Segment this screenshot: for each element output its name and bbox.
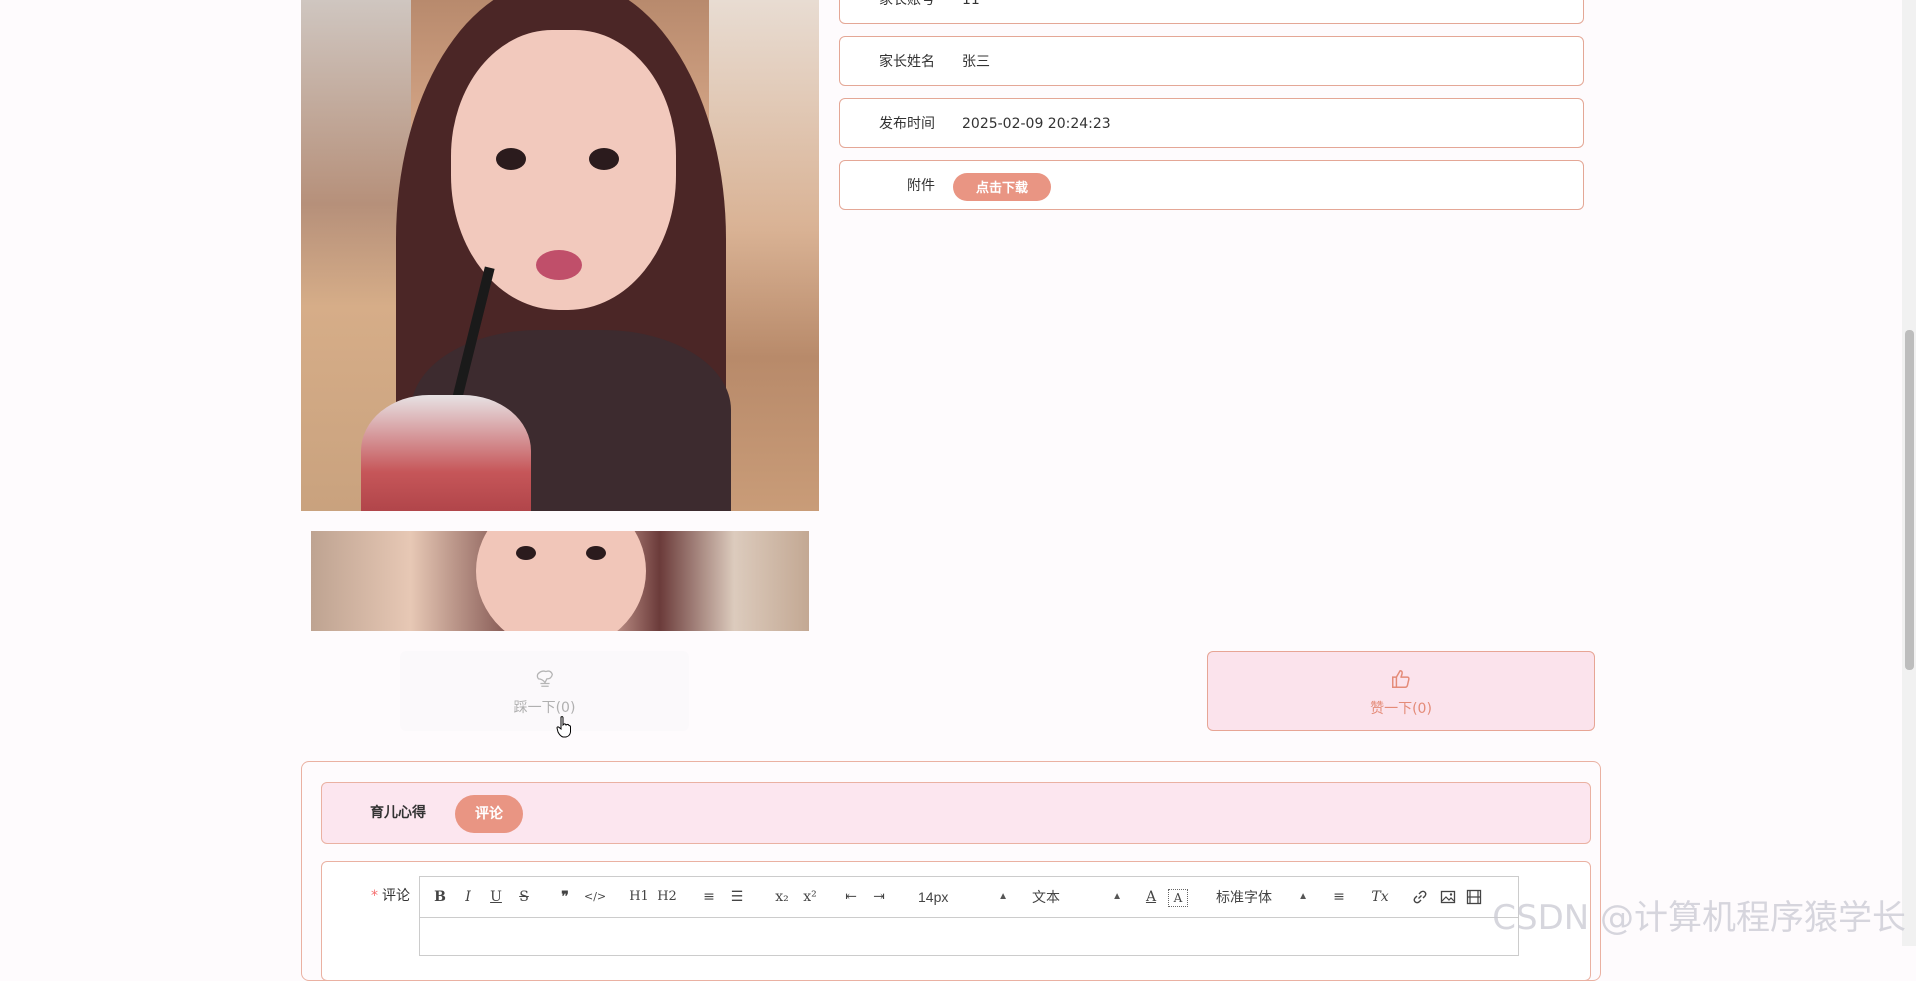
bold-button[interactable]: B: [432, 885, 448, 909]
select-arrow-icon: ▲: [1112, 891, 1122, 902]
code-block-button[interactable]: </>: [584, 885, 606, 909]
image-cup: [361, 395, 531, 511]
rich-text-editor[interactable]: B I U S ❞ </> H1 H2 ≡ ☰ x₂ x² ⇤ ⇥ 14px ▲…: [419, 876, 1519, 956]
like-button[interactable]: 赞一下(0): [1207, 651, 1595, 731]
detail-value: 张三: [962, 54, 990, 70]
image-icon[interactable]: [1440, 889, 1456, 905]
font-family-value: 标准字体: [1216, 889, 1272, 905]
thumbnail-eye-right: [586, 546, 606, 560]
indent-button[interactable]: ⇥: [870, 885, 888, 909]
link-icon[interactable]: [1412, 889, 1428, 905]
underline-button[interactable]: U: [488, 885, 504, 909]
image-eye-right: [589, 148, 619, 170]
header-select[interactable]: 文本 ▲: [1032, 885, 1122, 909]
h2-button[interactable]: H2: [656, 885, 678, 909]
thumbnail-face: [476, 531, 646, 631]
superscript-button[interactable]: x²: [800, 885, 820, 909]
blockquote-button[interactable]: ❞: [556, 885, 574, 909]
font-size-value: 14px: [918, 889, 949, 905]
dislike-icon: [536, 670, 553, 687]
detail-label: 家长姓名: [879, 54, 935, 70]
text-color-icon[interactable]: A: [1142, 885, 1160, 909]
font-family-select[interactable]: 标准字体 ▲: [1216, 885, 1308, 909]
watermark: CSDN @计算机程序猿学长: [1492, 898, 1906, 938]
detail-row-time: 发布时间 2025-02-09 20:24:23: [839, 98, 1584, 148]
dislike-button[interactable]: 踩一下(0): [400, 651, 689, 731]
strike-button[interactable]: S: [516, 885, 532, 909]
select-arrow-icon: ▲: [1298, 891, 1308, 902]
select-arrow-icon: ▲: [998, 891, 1008, 902]
detail-label: 家长账号: [879, 0, 935, 8]
editor-toolbar: B I U S ❞ </> H1 H2 ≡ ☰ x₂ x² ⇤ ⇥ 14px ▲…: [420, 877, 1518, 918]
clear-format-button[interactable]: Tx: [1370, 885, 1390, 909]
h1-button[interactable]: H1: [628, 885, 650, 909]
page-scrollbar[interactable]: [1902, 0, 1916, 946]
detail-row-name: 家长姓名 张三: [839, 36, 1584, 86]
download-button[interactable]: 点击下载: [953, 173, 1051, 201]
tab-comments[interactable]: 评论: [455, 795, 523, 833]
bullet-list-button[interactable]: ☰: [728, 885, 746, 909]
ordered-list-button[interactable]: ≡: [700, 885, 718, 909]
required-mark: *: [371, 888, 378, 904]
outdent-button[interactable]: ⇤: [842, 885, 860, 909]
scrollbar-thumb[interactable]: [1905, 330, 1914, 670]
tabs-bar: 育儿心得 评论: [321, 782, 1591, 844]
detail-value: 2025-02-09 20:24:23: [962, 116, 1111, 132]
align-button[interactable]: ≡: [1330, 885, 1348, 909]
thumbs-up-icon: [1392, 670, 1410, 688]
image-mouth: [536, 250, 582, 280]
thumbnail-image[interactable]: [311, 531, 809, 631]
hand-cursor-icon: [556, 716, 571, 738]
comment-label-text: 评论: [382, 888, 410, 904]
header-value: 文本: [1032, 889, 1060, 905]
detail-row-account: 家长账号 11: [839, 0, 1584, 24]
detail-row-attachment: 附件 点击下载: [839, 160, 1584, 210]
thumbnail-eye-left: [516, 546, 536, 560]
comment-field-label: * 评论: [371, 876, 410, 916]
image-eye-left: [496, 148, 526, 170]
detail-label: 附件: [907, 178, 935, 194]
italic-button[interactable]: I: [460, 885, 476, 909]
subscript-button[interactable]: x₂: [772, 885, 792, 909]
dislike-label: 踩一下(0): [513, 700, 576, 716]
like-label: 赞一下(0): [1370, 701, 1432, 717]
tab-parenting-notes[interactable]: 育儿心得: [370, 783, 426, 843]
font-size-select[interactable]: 14px ▲: [918, 885, 1008, 909]
background-color-icon[interactable]: A: [1168, 889, 1188, 907]
detail-value: 11: [962, 0, 980, 8]
video-icon[interactable]: [1466, 889, 1482, 905]
detail-label: 发布时间: [879, 116, 935, 132]
main-image: [301, 0, 819, 511]
